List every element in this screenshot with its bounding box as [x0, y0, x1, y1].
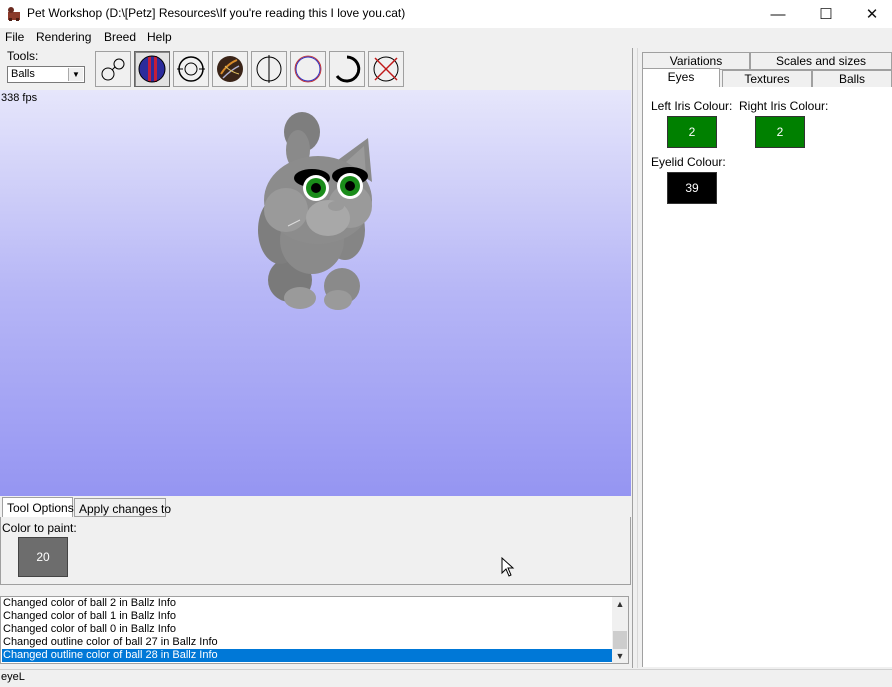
- tab-tool-options[interactable]: Tool Options: [2, 497, 74, 517]
- split-half-icon: [256, 55, 282, 83]
- tools-label: Tools:: [7, 49, 39, 63]
- menu-file[interactable]: File: [5, 30, 24, 44]
- list-item[interactable]: Changed color of ball 1 in Ballz Info: [2, 610, 613, 623]
- close-button[interactable]: ✕: [849, 0, 892, 28]
- left-iris-swatch[interactable]: 2: [667, 116, 717, 148]
- tab-eyes[interactable]: Eyes: [642, 68, 720, 88]
- maximize-button[interactable]: ☐: [803, 0, 849, 28]
- fps-counter: 338 fps: [1, 92, 38, 104]
- scroll-down-icon[interactable]: ▼: [612, 649, 628, 663]
- color-to-paint-label: Color to paint:: [2, 521, 77, 535]
- tool-outline-circle-button[interactable]: [290, 51, 326, 87]
- status-bar: [0, 669, 892, 687]
- list-item[interactable]: Changed outline color of ball 27 in Ball…: [2, 636, 613, 649]
- menu-breed[interactable]: Breed: [104, 30, 136, 44]
- mouse-cursor-icon: [501, 557, 515, 577]
- eyelid-label: Eyelid Colour:: [651, 155, 726, 169]
- right-iris-swatch[interactable]: 2: [755, 116, 805, 148]
- chevron-down-icon[interactable]: ▼: [68, 68, 83, 81]
- rotate-view-icon: [177, 56, 205, 82]
- window-title: Pet Workshop (D:\[Petz] Resources\If you…: [27, 6, 406, 20]
- list-item[interactable]: Changed color of ball 0 in Ballz Info: [2, 623, 613, 636]
- tool-rotate-view-button[interactable]: [173, 51, 209, 87]
- minimize-button[interactable]: —: [755, 0, 801, 28]
- menu-rendering[interactable]: Rendering: [36, 30, 91, 44]
- tool-delete-button[interactable]: [368, 51, 404, 87]
- pet-viewport[interactable]: 338 fps: [0, 90, 631, 496]
- tab-scales-and-sizes[interactable]: Scales and sizes: [750, 52, 892, 70]
- texture-icon: [217, 56, 243, 82]
- delete-icon: [373, 56, 399, 82]
- scroll-up-icon[interactable]: ▲: [612, 597, 628, 611]
- left-iris-label: Left Iris Colour:: [651, 99, 733, 113]
- cat-model[interactable]: [250, 110, 390, 320]
- scroll-thumb[interactable]: [613, 631, 627, 649]
- log-scrollbar[interactable]: ▲ ▼: [612, 597, 628, 663]
- menu-help[interactable]: Help: [147, 30, 172, 44]
- tool-move-balls-button[interactable]: [95, 51, 131, 87]
- tool-select-value: Balls: [11, 68, 35, 80]
- tab-textures[interactable]: Textures: [722, 70, 812, 88]
- app-icon: [8, 7, 20, 21]
- tool-thick-outline-button[interactable]: [329, 51, 365, 87]
- tab-apply-changes-to[interactable]: Apply changes to: [74, 498, 171, 517]
- tool-options-panel: [0, 517, 631, 585]
- move-balls-icon: [101, 58, 125, 81]
- right-iris-label: Right Iris Colour:: [739, 99, 829, 113]
- status-text: eyeL: [1, 671, 25, 683]
- pane-splitter[interactable]: [632, 48, 638, 668]
- tool-paint-color-button[interactable]: [134, 51, 170, 87]
- list-item-selected[interactable]: Changed outline color of ball 28 in Ball…: [2, 649, 613, 662]
- list-item[interactable]: Changed color of ball 2 in Ballz Info: [2, 597, 613, 610]
- tab-balls[interactable]: Balls: [812, 70, 892, 88]
- eyelid-swatch[interactable]: 39: [667, 172, 717, 204]
- thick-outline-icon: [335, 55, 361, 83]
- tool-texture-button[interactable]: [212, 51, 248, 87]
- paint-color-icon: [138, 55, 166, 83]
- outline-circle-icon: [294, 55, 322, 83]
- color-to-paint-swatch[interactable]: 20: [18, 537, 68, 577]
- tool-split-half-button[interactable]: [251, 51, 287, 87]
- menu-bar: File Rendering Breed Help: [0, 28, 892, 48]
- change-log-list[interactable]: Changed color of ball 2 in Ballz Info Ch…: [0, 596, 629, 664]
- tool-select[interactable]: Balls ▼: [7, 66, 85, 83]
